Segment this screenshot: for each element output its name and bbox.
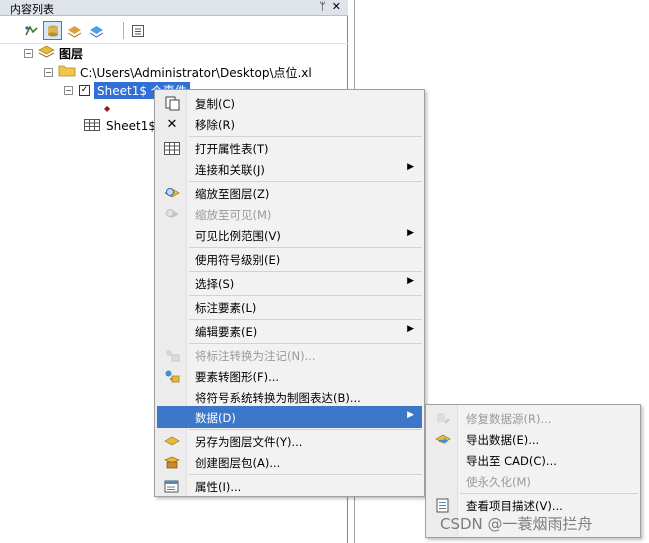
submenu-arrow-icon: ▶ <box>407 410 414 420</box>
remove-icon: ✕ <box>166 116 178 132</box>
layers-label: 图层 <box>59 46 84 61</box>
menu-item-zoom-to-visible: 缩放至可见(M) <box>157 203 422 225</box>
menu-item-zoom-to-layer[interactable]: 缩放至图层(Z) <box>157 182 422 204</box>
toc-title: 内容列表 <box>10 3 54 16</box>
save-layer-icon <box>163 433 181 449</box>
list-by-drawing-order-icon[interactable] <box>22 21 41 40</box>
layer-visibility-checkbox[interactable]: ✓ <box>79 84 90 96</box>
layer-context-menu: 复制(C) ✕ 移除(R) 打开属性表(T) 连接和关联(J) ▶ 缩放至图层(… <box>154 89 425 497</box>
submenu-arrow-icon: ▶ <box>407 228 414 238</box>
watermark-text: CSDN @一蓑烟雨拦舟 <box>440 515 593 533</box>
menu-item-data[interactable]: 数据(D) ▶ <box>157 406 422 428</box>
list-by-selection-icon[interactable] <box>87 21 106 40</box>
item-description-icon <box>434 497 452 513</box>
menu-item-convert-symbology[interactable]: 将符号系统转换为制图表达(B)... <box>157 386 422 408</box>
menu-item-remove[interactable]: ✕ 移除(R) <box>157 113 422 135</box>
list-by-source-icon[interactable] <box>43 21 62 40</box>
toc-title-bar: 内容列表 ᛘ ✕ <box>0 0 348 16</box>
layer-package-icon <box>163 454 181 470</box>
zoom-to-layer-icon <box>163 185 181 201</box>
collapse-icon[interactable]: − <box>24 48 33 58</box>
repair-data-source-icon <box>434 410 452 426</box>
features-to-graphics-icon <box>163 368 181 384</box>
menu-item-label-features[interactable]: 标注要素(L) <box>157 296 422 318</box>
toolbar-separator <box>123 22 124 39</box>
menu-item-copy[interactable]: 复制(C) <box>157 92 422 114</box>
menu-item-use-symbol-levels[interactable]: 使用符号级别(E) <box>157 248 422 270</box>
list-by-visibility-icon[interactable] <box>65 21 84 40</box>
convert-labels-icon <box>163 347 181 363</box>
table-icon <box>84 118 100 134</box>
folder-icon <box>58 64 76 80</box>
submenu-arrow-icon: ▶ <box>407 162 414 172</box>
point-symbol: ◆ <box>104 100 110 116</box>
menu-item-make-permanent: 使永久化(M) <box>466 475 531 489</box>
table-icon <box>163 140 181 156</box>
menu-item-visible-scale-range[interactable]: 可见比例范围(V) ▶ <box>157 224 422 246</box>
close-icon[interactable]: ✕ <box>332 0 341 13</box>
submenu-arrow-icon: ▶ <box>407 276 414 286</box>
toc-toolbar <box>0 16 348 44</box>
pin-icon[interactable]: ᛘ <box>319 0 326 13</box>
zoom-visible-icon <box>163 206 181 222</box>
menu-item-export-data[interactable]: 导出数据(E)... <box>428 428 638 450</box>
tree-row-table[interactable]: Sheet1$ <box>84 118 156 134</box>
submenu-arrow-icon: ▶ <box>407 324 414 334</box>
point-symbol-icon: ◆ <box>104 103 111 113</box>
tree-row-file[interactable]: − C:\Users\Administrator\Desktop\点位.xl <box>44 64 312 80</box>
menu-item-features-to-graphics[interactable]: 要素转图形(F)... <box>157 365 422 387</box>
collapse-icon[interactable]: − <box>44 67 53 77</box>
menu-item-edit-features[interactable]: 编辑要素(E) ▶ <box>157 320 422 342</box>
collapse-icon[interactable]: − <box>64 85 73 95</box>
menu-item-export-to-cad[interactable]: 导出至 CAD(C)... <box>428 449 638 471</box>
options-icon[interactable] <box>128 21 147 40</box>
table-item-label: Sheet1$ <box>106 119 156 133</box>
menu-item-open-attribute-table[interactable]: 打开属性表(T) <box>157 137 422 159</box>
file-path-label: C:\Users\Administrator\Desktop\点位.xl <box>80 65 312 80</box>
tree-row-layers[interactable]: − 图层 <box>24 45 83 61</box>
layers-icon <box>38 45 55 61</box>
copy-icon <box>163 95 181 111</box>
menu-item-convert-labels: 将标注转换为注记(N)... <box>157 344 422 366</box>
menu-item-save-as-layer-file[interactable]: 另存为图层文件(Y)... <box>157 430 422 452</box>
menu-item-selection[interactable]: 选择(S) ▶ <box>157 272 422 294</box>
menu-item-repair-data-source: 修复数据源(R)... <box>428 407 638 429</box>
menu-item-create-layer-package[interactable]: 创建图层包(A)... <box>157 451 422 473</box>
export-data-icon <box>434 431 452 447</box>
properties-icon <box>163 478 181 494</box>
menu-item-joins-relates[interactable]: 连接和关联(J) ▶ <box>157 158 422 180</box>
menu-item-properties[interactable]: 属性(I)... <box>157 475 422 497</box>
